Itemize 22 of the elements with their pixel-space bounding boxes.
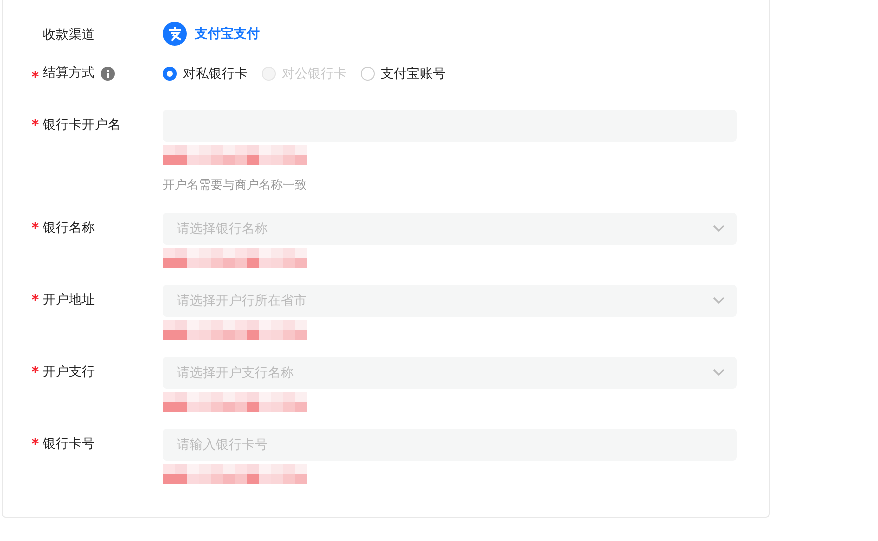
hint-text: 开户名需要与商户名称一致	[163, 177, 307, 194]
radio-button[interactable]	[163, 67, 177, 81]
field-label: 银行卡号	[43, 436, 95, 454]
radio-option[interactable]: 支付宝账号	[361, 65, 446, 83]
select-field[interactable]: 请选择开户行所在省市	[163, 285, 737, 317]
payment-logo-icon	[163, 22, 187, 46]
radio-option[interactable]: 对私银行卡	[163, 65, 248, 83]
field-label: 结算方式	[43, 65, 95, 83]
input-field[interactable]: 请输入银行卡号	[163, 429, 737, 461]
field-label: 开户地址	[43, 292, 95, 310]
field-label: 银行卡开户名	[43, 117, 121, 135]
field-label: 收款渠道	[43, 27, 95, 45]
chevron-down-icon	[713, 297, 725, 305]
channel-value: 支付宝支付	[195, 26, 260, 43]
select-field[interactable]: 请选择银行名称	[163, 213, 737, 245]
field-label: 银行名称	[43, 220, 95, 238]
select-field[interactable]: 请选择开户支行名称	[163, 357, 737, 389]
chevron-down-icon	[713, 369, 725, 377]
field-label: 开户支行	[43, 364, 95, 382]
radio-button[interactable]	[361, 67, 375, 81]
info-icon[interactable]	[101, 67, 115, 81]
chevron-down-icon	[713, 225, 725, 233]
